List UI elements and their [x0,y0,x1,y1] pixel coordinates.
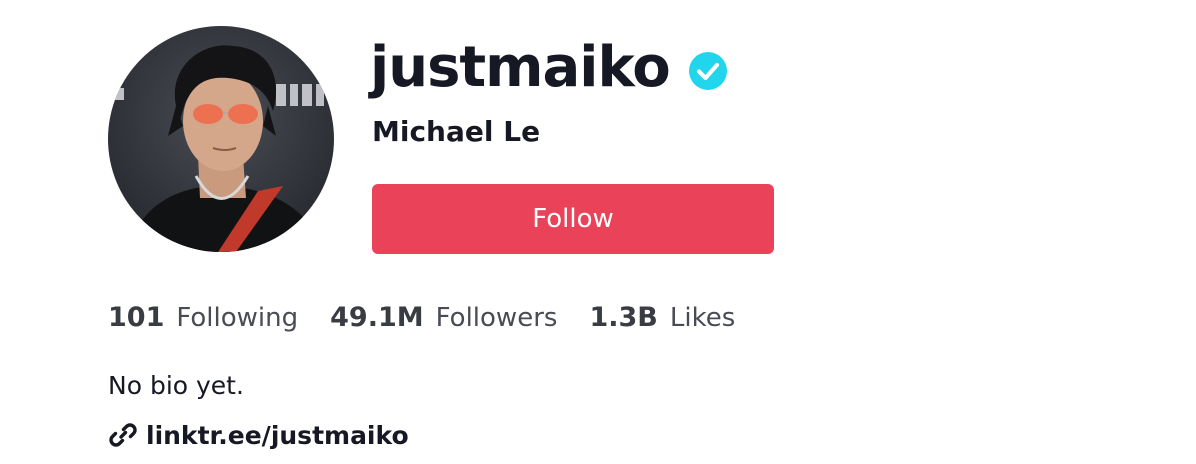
link-icon [109,423,137,447]
username-row: justmaiko [370,30,728,106]
username: justmaiko [370,35,671,100]
stat-likes: 1.3B Likes [589,302,735,333]
display-name: Michael Le [372,115,541,148]
profile-link[interactable]: linktr.ee/justmaiko [108,420,409,450]
bio-text: No bio yet. [108,371,244,400]
verified-badge-icon [688,52,727,90]
stat-following[interactable]: 101 Following [108,302,298,333]
followers-count: 49.1M [330,302,424,333]
likes-label: Likes [669,303,736,333]
stat-followers[interactable]: 49.1M Followers [330,302,557,333]
profile-link-text[interactable]: linktr.ee/justmaiko [146,421,409,450]
follow-button[interactable]: Follow [372,184,774,254]
avatar[interactable] [108,26,334,252]
following-label: Following [176,303,299,333]
followers-label: Followers [435,303,558,333]
following-count: 101 [108,302,165,333]
avatar-photo [108,26,334,252]
likes-count: 1.3B [589,302,658,333]
profile-stats: 101 Following 49.1M Followers 1.3B Likes [108,302,767,333]
